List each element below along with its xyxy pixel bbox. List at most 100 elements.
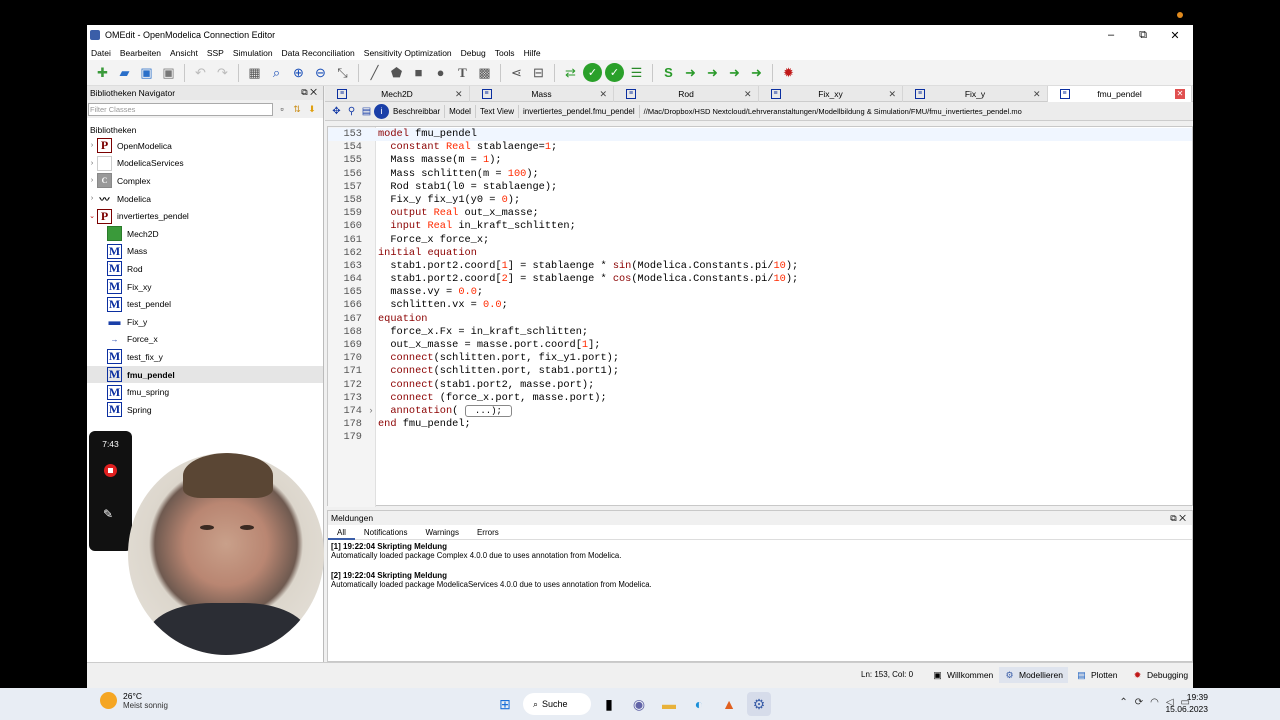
instantiate-model-icon[interactable]: ☰ bbox=[627, 63, 646, 82]
tree-item-test-fix-y[interactable]: Mtest_fix_y bbox=[87, 348, 323, 366]
new-file-icon[interactable]: ✚ bbox=[93, 63, 112, 82]
simulation-setup-icon[interactable]: S bbox=[659, 63, 678, 82]
code-line[interactable]: 167 equation bbox=[328, 313, 1192, 326]
menu-tools[interactable]: Tools bbox=[495, 48, 515, 58]
taskbar-clock[interactable]: 19:39 15.06.2023 bbox=[1153, 691, 1208, 715]
tree-item-test-pendel[interactable]: Mtest_pendel bbox=[87, 295, 323, 313]
tab-fix-y[interactable]: ≡ Fix_y ✕ bbox=[903, 86, 1048, 102]
menu-sensitivity-optimization[interactable]: Sensitivity Optimization bbox=[364, 48, 452, 58]
tree-item-fix-xy[interactable]: M Fix_xy bbox=[87, 278, 323, 296]
stop-recording-icon[interactable] bbox=[104, 464, 117, 477]
menu-data-reconciliation[interactable]: Data Reconciliation bbox=[282, 48, 355, 58]
code-line[interactable]: 163 stab1.port2.coord[1] = stablaenge * … bbox=[328, 260, 1192, 273]
tab-mech2d[interactable]: ≡ Mech2D ✕ bbox=[325, 86, 470, 102]
check-model-icon[interactable]: ✓ bbox=[583, 63, 602, 82]
close-button[interactable]: ✕ bbox=[1159, 25, 1191, 45]
sync-icon[interactable]: ⟳ bbox=[1135, 697, 1143, 708]
tab-notifications[interactable]: Notifications bbox=[355, 525, 417, 540]
matlab-icon[interactable]: ▲ bbox=[717, 692, 741, 716]
code-line[interactable]: 171 connect(schlitten.port, stab1.port1)… bbox=[328, 365, 1192, 378]
undock-close-icon[interactable]: ⧉ ✕ bbox=[301, 87, 317, 98]
rectangle-tool-icon[interactable]: ■ bbox=[409, 63, 428, 82]
perspective-plotten[interactable]: ▤ Plotten bbox=[1071, 667, 1122, 683]
filter-options-icon[interactable]: ▫ bbox=[276, 103, 288, 115]
perspective-debugging[interactable]: ✹ Debugging bbox=[1127, 667, 1193, 683]
tree-item-fmu-pendel[interactable]: Mfmu_pendel bbox=[87, 365, 323, 384]
menu-datei[interactable]: Datei bbox=[91, 48, 111, 58]
edge-icon[interactable]: ◐ bbox=[687, 692, 711, 716]
teams-chat-icon[interactable]: ◉ bbox=[627, 692, 651, 716]
code-lines[interactable]: 153 model fmu_pendel 154 constant Real sta… bbox=[328, 128, 1192, 445]
code-line[interactable]: 159 output Real out_x_masse; bbox=[328, 207, 1192, 220]
tree-item-modelicaservices[interactable]: › ModelicaServices bbox=[87, 155, 323, 173]
code-editor[interactable]: 153 model fmu_pendel 154 constant Real sta… bbox=[327, 126, 1193, 507]
tab-all[interactable]: All bbox=[328, 524, 355, 540]
zoom-out-icon[interactable]: ⊖ bbox=[311, 63, 330, 82]
redo-icon[interactable]: ↷ bbox=[213, 63, 232, 82]
code-line[interactable]: 172 connect(stab1.port2, masse.port); bbox=[328, 379, 1192, 392]
undo-icon[interactable]: ↶ bbox=[191, 63, 210, 82]
code-line[interactable]: 161 Force_x force_x; bbox=[328, 234, 1192, 247]
check-all-models-icon[interactable]: ✓ bbox=[605, 63, 624, 82]
chevron-up-icon[interactable]: ⌃ bbox=[1119, 697, 1127, 708]
line-tool-icon[interactable]: ╱ bbox=[365, 63, 384, 82]
zoom-in-icon[interactable]: ⊕ bbox=[289, 63, 308, 82]
connect-mode-icon[interactable]: ⋖ bbox=[507, 63, 526, 82]
tree-item-mass[interactable]: M Mass bbox=[87, 243, 323, 261]
grid-icon[interactable]: ▦ bbox=[245, 63, 264, 82]
icon-view-icon[interactable]: ⚲ bbox=[344, 104, 359, 119]
text-view-icon[interactable]: ▤ bbox=[359, 104, 374, 119]
fold-arrow-icon[interactable]: › bbox=[364, 405, 378, 418]
code-line[interactable]: 154 constant Real stablaenge=1; bbox=[328, 141, 1192, 154]
filter-classes-input[interactable]: Filter Classes bbox=[88, 102, 273, 116]
expand-arrow-icon[interactable]: › bbox=[87, 142, 97, 149]
diagram-view-icon[interactable]: ✥ bbox=[329, 104, 344, 119]
code-line[interactable]: 166 schlitten.vx = 0.0; bbox=[328, 299, 1192, 312]
transition-mode-icon[interactable]: ⊟ bbox=[529, 63, 548, 82]
tab-warnings[interactable]: Warnings bbox=[416, 525, 468, 540]
expand-arrow-icon[interactable]: › bbox=[87, 177, 97, 184]
tree-item-invertiertes-pendel[interactable]: ⌄ Pinvertiertes_pendel bbox=[87, 207, 323, 225]
debugger-bug-icon[interactable]: ✹ bbox=[779, 63, 798, 82]
tree-item-force-x[interactable]: → Force_x bbox=[87, 331, 323, 349]
zoom-icon[interactable]: ⌕ bbox=[267, 63, 286, 82]
save-all-icon[interactable]: ▣ bbox=[159, 63, 178, 82]
expand-arrow-icon[interactable]: › bbox=[87, 160, 97, 167]
weather-widget[interactable]: 26°C Meist sonnig bbox=[100, 691, 168, 710]
code-line[interactable]: 165 masse.vy = 0.0; bbox=[328, 286, 1192, 299]
open-folder-icon[interactable]: ▰ bbox=[115, 63, 134, 82]
code-line[interactable]: 156 Mass schlitten(m = 100); bbox=[328, 168, 1192, 181]
tab-close-icon[interactable]: ✕ bbox=[888, 89, 896, 100]
tree-item-rod[interactable]: M Rod bbox=[87, 260, 323, 278]
simulate-transformational-debugger-icon[interactable]: ➜ bbox=[703, 63, 722, 82]
tab-errors[interactable]: Errors bbox=[468, 525, 508, 540]
menu-bearbeiten[interactable]: Bearbeiten bbox=[120, 48, 161, 58]
bitmap-tool-icon[interactable]: ▩ bbox=[475, 63, 494, 82]
start-icon[interactable]: ⊞ bbox=[493, 692, 517, 716]
collapse-arrow-icon[interactable]: ⌄ bbox=[87, 212, 97, 220]
tab-close-icon[interactable]: ✕ bbox=[455, 89, 463, 100]
sort-icon[interactable]: ⇅ bbox=[291, 103, 303, 115]
tree-item-fmu-spring[interactable]: Mfmu_spring bbox=[87, 383, 323, 401]
collapsed-annotation[interactable]: ...); bbox=[464, 404, 513, 417]
tab-fmu-pendel[interactable]: ≡ fmu_pendel ✕ bbox=[1047, 86, 1192, 102]
code-line[interactable]: 158 Fix_y fix_y1(y0 = 0); bbox=[328, 194, 1192, 207]
scroll-to-active-icon[interactable]: ⬇ bbox=[306, 103, 318, 115]
tab-close-icon[interactable]: ✕ bbox=[1033, 89, 1041, 100]
task-view-icon[interactable]: ▮ bbox=[597, 692, 621, 716]
fit-to-view-icon[interactable]: ⤡ bbox=[333, 63, 352, 82]
undock-close-icon[interactable]: ⧉ ✕ bbox=[1170, 511, 1186, 525]
code-line[interactable]: 162 initial equation bbox=[328, 247, 1192, 260]
code-line[interactable]: 179 bbox=[328, 431, 1192, 444]
simulate-algorithmic-debugger-icon[interactable]: ➜ bbox=[725, 63, 744, 82]
polygon-tool-icon[interactable]: ⬟ bbox=[387, 63, 406, 82]
maximize-button[interactable]: ⧉ bbox=[1127, 25, 1159, 45]
tab-close-icon[interactable]: ✕ bbox=[599, 89, 607, 100]
code-line[interactable]: 178 end fmu_pendel; bbox=[328, 418, 1192, 431]
documentation-icon[interactable]: i bbox=[374, 103, 389, 119]
file-explorer-icon[interactable]: ▬ bbox=[657, 692, 681, 716]
menu-hilfe[interactable]: Hilfe bbox=[524, 48, 541, 58]
tree-item-complex[interactable]: › C Complex bbox=[87, 172, 323, 190]
tree-item-mech2d[interactable]: Mech2D bbox=[87, 225, 323, 243]
simulate-icon[interactable]: ➜ bbox=[681, 63, 700, 82]
